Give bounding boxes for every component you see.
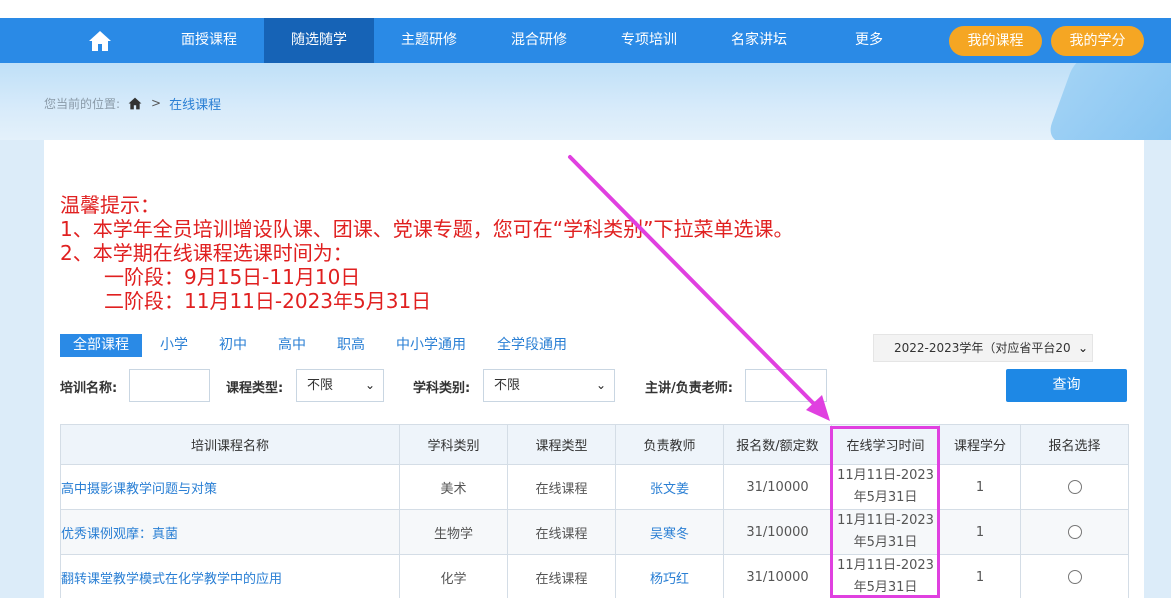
top-nav: 面授课程 随选随学 主题研修 混合研修 专项培训 名家讲坛 更多 我的课程 我的…	[0, 18, 1171, 63]
select-radio[interactable]	[1067, 525, 1082, 539]
breadcrumb-current[interactable]: 在线课程	[169, 94, 221, 113]
home-button[interactable]	[78, 18, 122, 63]
home-icon	[89, 30, 111, 51]
nav-item-special-training[interactable]: 专项培训	[594, 18, 704, 63]
teacher-input[interactable]	[745, 369, 827, 402]
my-credits-button[interactable]: 我的学分	[1051, 26, 1144, 56]
type-cell: 在线课程	[507, 464, 616, 510]
chevron-down-icon: ⌄	[595, 378, 606, 392]
time-line-2: 年5月31日	[853, 580, 918, 595]
subject-select-value: 不限	[494, 378, 521, 393]
notice-title: 温馨提示：	[60, 193, 160, 217]
level-tabs: 全部课程 小学 初中 高中 职高 中小学通用 全学段通用	[60, 334, 585, 357]
chevron-down-icon: ⌄	[364, 378, 375, 392]
query-button[interactable]: 查询	[1006, 369, 1127, 402]
breadcrumb: 您当前的位置: > 在线课程	[44, 94, 221, 113]
nav-item-self-paced[interactable]: 随选随学	[264, 18, 374, 63]
banner-decoration	[1044, 63, 1171, 140]
type-cell: 在线课程	[507, 554, 616, 598]
course-table: 培训课程名称 学科类别 课程类型 负责教师 报名数/额定数 在线学习时间 课程学…	[60, 424, 1129, 598]
tab-k12-general[interactable]: 中小学通用	[383, 334, 479, 357]
notice-line-1: 1、本学年全员培训增设队课、团课、党课专题，您可在“学科类别”下拉菜单选课。	[60, 217, 794, 241]
name-label: 培训名称:	[60, 381, 118, 396]
chevron-down-icon: ⌄	[1077, 341, 1088, 355]
table-row: 翻转课堂教学模式在化学教学中的应用 化学 在线课程 杨巧红 31/10000 1…	[60, 554, 1129, 598]
subject-label: 学科类别:	[413, 381, 471, 396]
tab-all-courses[interactable]: 全部课程	[60, 334, 142, 357]
type-cell: 在线课程	[507, 509, 616, 555]
name-input[interactable]	[129, 369, 210, 402]
filter-bar: 培训名称: 课程类型: 不限 ⌄ 学科类别: 不限 ⌄ 主讲/负责老师: 查询	[60, 369, 1130, 403]
notice-phase-1: 一阶段：9月15日-11月10日	[104, 265, 361, 289]
credit-cell: 1	[939, 554, 1021, 598]
header-course-name: 培训课程名称	[60, 424, 400, 465]
course-name-link[interactable]: 高中摄影课教学问题与对策	[60, 464, 400, 510]
subject-select[interactable]: 不限 ⌄	[483, 369, 615, 402]
enroll-cell: 31/10000	[723, 509, 832, 555]
course-name-link[interactable]: 翻转课堂教学模式在化学教学中的应用	[60, 554, 400, 598]
notice: 温馨提示： 1、本学年全员培训增设队课、团课、党课专题，您可在“学科类别”下拉菜…	[60, 193, 793, 313]
tab-junior-high[interactable]: 初中	[206, 334, 260, 357]
teacher-link[interactable]: 张文姜	[615, 464, 724, 510]
time-cell: 11月11日-2023 年5月31日	[831, 554, 940, 598]
type-label: 课程类型:	[226, 381, 284, 396]
time-line-1: 11月11日-2023	[837, 513, 934, 528]
type-select[interactable]: 不限 ⌄	[296, 369, 384, 402]
table-row: 高中摄影课教学问题与对策 美术 在线课程 张文姜 31/10000 11月11日…	[60, 464, 1129, 510]
table-header-row: 培训课程名称 学科类别 课程类型 负责教师 报名数/额定数 在线学习时间 课程学…	[60, 424, 1129, 465]
credit-cell: 1	[939, 464, 1021, 510]
nav-item-expert-forum[interactable]: 名家讲坛	[704, 18, 814, 63]
select-radio[interactable]	[1067, 570, 1082, 584]
table-row: 优秀课例观摩：真菌 生物学 在线课程 吴寒冬 31/10000 11月11日-2…	[60, 509, 1129, 555]
select-cell	[1020, 509, 1129, 555]
breadcrumb-separator: >	[151, 96, 162, 110]
tab-all-levels[interactable]: 全学段通用	[484, 334, 580, 357]
select-radio[interactable]	[1067, 480, 1082, 494]
header-course-type: 课程类型	[507, 424, 616, 465]
nav-item-blended-study[interactable]: 混合研修	[484, 18, 594, 63]
notice-line-2: 2、本学期在线课程选课时间为：	[60, 241, 353, 265]
course-name-link[interactable]: 优秀课例观摩：真菌	[60, 509, 400, 555]
enroll-cell: 31/10000	[723, 464, 832, 510]
credit-cell: 1	[939, 509, 1021, 555]
time-line-1: 11月11日-2023	[837, 558, 934, 573]
breadcrumb-home-icon[interactable]	[128, 97, 142, 110]
subject-cell: 生物学	[399, 509, 508, 555]
header-study-time: 在线学习时间	[831, 424, 940, 465]
type-select-value: 不限	[307, 378, 334, 393]
header-teacher: 负责教师	[615, 424, 724, 465]
nav-item-more[interactable]: 更多	[814, 18, 924, 63]
header-enrollment: 报名数/额定数	[723, 424, 832, 465]
subject-cell: 化学	[399, 554, 508, 598]
tab-primary[interactable]: 小学	[147, 334, 201, 357]
header-credit: 课程学分	[939, 424, 1021, 465]
banner: 您当前的位置: > 在线课程	[0, 63, 1171, 140]
select-cell	[1020, 554, 1129, 598]
tab-vocational[interactable]: 职高	[324, 334, 378, 357]
header-subject: 学科类别	[399, 424, 508, 465]
main-card: 温馨提示： 1、本学年全员培训增设队课、团课、党课专题，您可在“学科类别”下拉菜…	[44, 140, 1144, 598]
select-cell	[1020, 464, 1129, 510]
time-cell: 11月11日-2023 年5月31日	[831, 464, 940, 510]
year-select-value: 2022-2023学年（对应省平台20	[894, 341, 1071, 355]
time-line-2: 年5月31日	[853, 490, 918, 505]
time-line-1: 11月11日-2023	[837, 468, 934, 483]
breadcrumb-prefix: 您当前的位置:	[44, 96, 121, 111]
notice-phase-2: 二阶段：11月11日-2023年5月31日	[104, 289, 432, 313]
nav-item-face-to-face[interactable]: 面授课程	[154, 18, 264, 63]
subject-cell: 美术	[399, 464, 508, 510]
top-strip	[0, 0, 1171, 18]
teacher-link[interactable]: 杨巧红	[615, 554, 724, 598]
time-line-2: 年5月31日	[853, 535, 918, 550]
teacher-link[interactable]: 吴寒冬	[615, 509, 724, 555]
time-cell: 11月11日-2023 年5月31日	[831, 509, 940, 555]
year-select[interactable]: 2022-2023学年（对应省平台20 ⌄	[873, 334, 1093, 362]
nav-item-theme-study[interactable]: 主题研修	[374, 18, 484, 63]
my-courses-button[interactable]: 我的课程	[949, 26, 1042, 56]
tab-senior-high[interactable]: 高中	[265, 334, 319, 357]
teacher-label: 主讲/负责老师:	[645, 381, 733, 396]
enroll-cell: 31/10000	[723, 554, 832, 598]
header-select: 报名选择	[1020, 424, 1129, 465]
